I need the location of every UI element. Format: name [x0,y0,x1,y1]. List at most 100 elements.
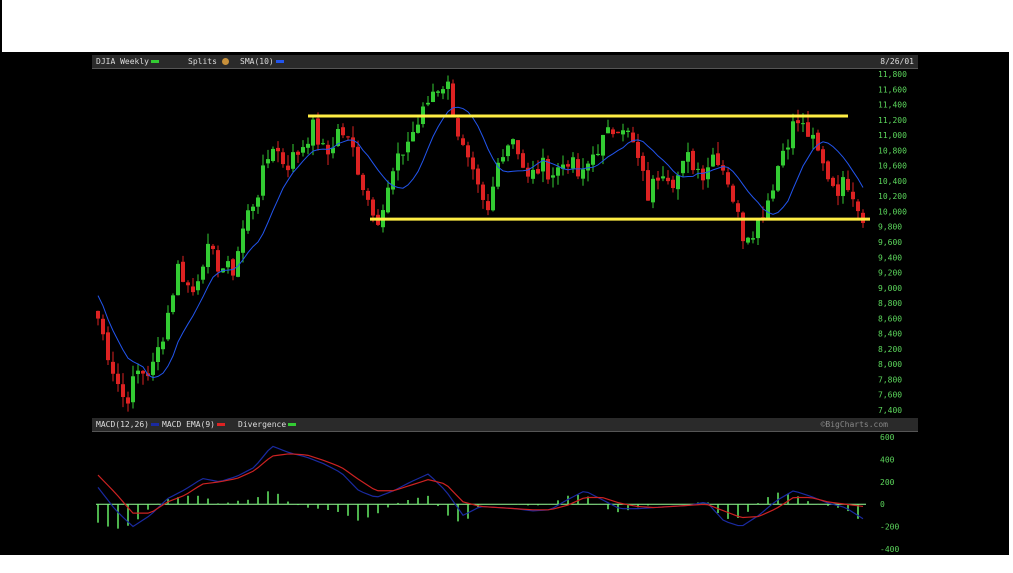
candle-body [191,286,195,293]
candle-body [341,127,345,136]
candle-body [256,197,260,207]
candle-body [511,139,515,145]
chart-svg: 11,800 11,600 11,400 11,200 11,000 10,800 10,6… [96,70,907,554]
candle-body [666,177,670,182]
macd-tick-label: 200 [880,478,895,487]
macd-tick-label: 400 [880,455,895,464]
candle-body [586,163,590,171]
candle-body [106,332,110,361]
candle-body [536,168,540,174]
candle-body [501,157,505,162]
price-tick-label: 9,000 [878,284,902,293]
macd-line [97,445,864,528]
candle-body [316,118,320,145]
candle-body [786,147,790,150]
candle-body [446,81,450,89]
price-tick-label: 10,000 [878,207,907,216]
candle-body [726,172,730,185]
candle-body [426,102,430,105]
candle-body [611,129,615,135]
candle-body [111,361,115,374]
candle-body [656,177,660,181]
price-tick-label: 7,600 [878,391,902,400]
candle-body [151,361,155,375]
candle-body [436,91,440,93]
candle-body [121,384,125,397]
price-tick-label: 11,600 [878,85,907,94]
candle-body [361,174,365,190]
candle-body [716,153,720,166]
candle-body [736,203,740,212]
candle-body [651,178,655,203]
candle-body [486,201,490,211]
candle-body [661,176,665,179]
candle-body [846,178,850,191]
price-tick-label: 10,600 [878,162,907,171]
candle-body [266,159,270,164]
candle-body [356,146,360,175]
candle-body [621,130,625,135]
candle-body [491,186,495,211]
candle-body [461,138,465,145]
candle-body [856,201,860,212]
candle-body [596,153,600,156]
candle-body [296,151,300,155]
candle-body [471,157,475,170]
macd-tick-label: 600 [880,433,895,442]
candle-body [276,147,280,152]
price-tick-label: 9,400 [878,253,902,262]
candle-body [516,140,520,155]
candle-body [836,184,840,196]
candle-body [281,152,285,165]
candle-body [826,161,830,180]
candle-body [251,206,255,211]
candle-body [306,143,310,148]
candle-body [311,119,315,146]
candle-body [746,237,750,243]
macd-tick-label: -400 [880,545,899,554]
candle-body [711,154,715,167]
candle-body [301,147,305,153]
candle-body [816,132,820,151]
candle-body [181,261,185,282]
candle-body [186,282,190,286]
candle-body [416,124,420,133]
candle-body [466,145,470,158]
candle-body [156,347,160,362]
candle-body [116,373,120,385]
candle-body [196,281,200,291]
macd-tick-label: -200 [880,523,899,532]
candle-body [396,153,400,171]
candle-body [456,118,460,137]
candle-body [691,150,695,171]
price-tick-label: 11,800 [878,70,907,79]
candle-body [346,136,350,138]
price-tick-label: 7,800 [878,375,902,384]
candle-body [211,245,215,249]
candle-body [581,169,585,179]
candle-body [126,397,130,404]
candle-body [671,179,675,189]
candle-body [431,91,435,102]
candle-body [411,132,415,142]
candle-body [576,159,580,177]
candle-body [216,250,220,272]
candle-body [176,263,180,296]
candle-body [591,154,595,165]
price-tick-label: 9,800 [878,223,902,232]
candle-body [776,166,780,191]
candle-body [271,148,275,161]
price-tick-label: 9,600 [878,238,902,247]
candle-body [441,89,445,94]
candle-body [531,169,535,179]
candle-body [791,121,795,149]
candle-body [806,122,810,137]
candle-body [696,168,700,170]
price-tick-label: 8,200 [878,345,902,354]
candle-body [636,141,640,158]
candle-body [506,145,510,157]
price-tick-label: 10,400 [878,177,907,186]
candle-body [96,310,100,319]
candle-body [541,157,545,172]
candle-body [771,190,775,199]
